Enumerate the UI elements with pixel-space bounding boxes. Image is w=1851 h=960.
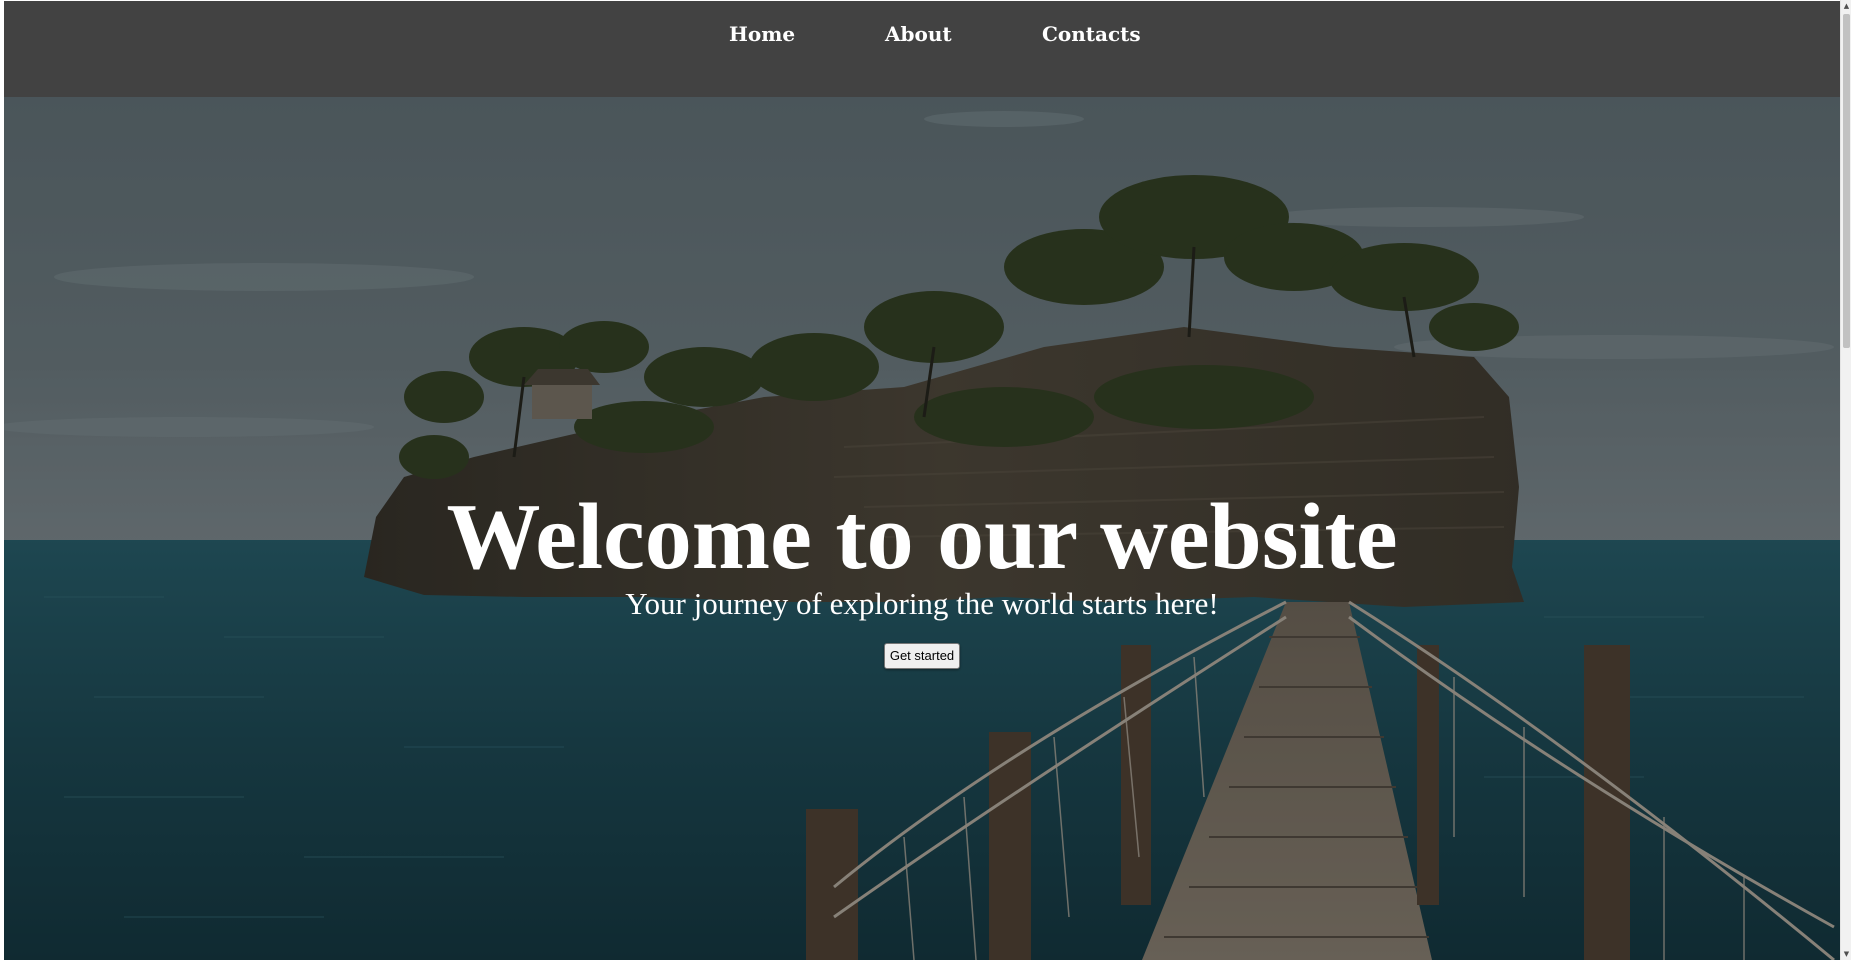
page-scrollbar[interactable]: ▲ ▼ xyxy=(1840,0,1851,960)
hero-title: Welcome to our website xyxy=(446,485,1398,589)
hero-subtitle: Your journey of exploring the world star… xyxy=(625,586,1219,621)
nav-about-link[interactable]: About xyxy=(885,22,952,46)
get-started-button[interactable]: Get started xyxy=(883,643,961,669)
page: Home About Contacts Welcome to our websi… xyxy=(4,1,1840,960)
nav-home-link[interactable]: Home xyxy=(729,22,795,46)
scroll-down-arrow-icon[interactable]: ▼ xyxy=(1842,948,1851,960)
cta-container: Get started xyxy=(4,643,1840,669)
browser-viewport: Home About Contacts Welcome to our websi… xyxy=(0,0,1851,960)
top-navbar: Home About Contacts xyxy=(4,1,1840,97)
hero-section: Welcome to our website Your journey of e… xyxy=(4,97,1840,960)
scrollbar-thumb[interactable] xyxy=(1843,14,1850,348)
nav-contacts-link[interactable]: Contacts xyxy=(1042,22,1141,46)
scroll-up-arrow-icon[interactable]: ▲ xyxy=(1842,0,1851,12)
